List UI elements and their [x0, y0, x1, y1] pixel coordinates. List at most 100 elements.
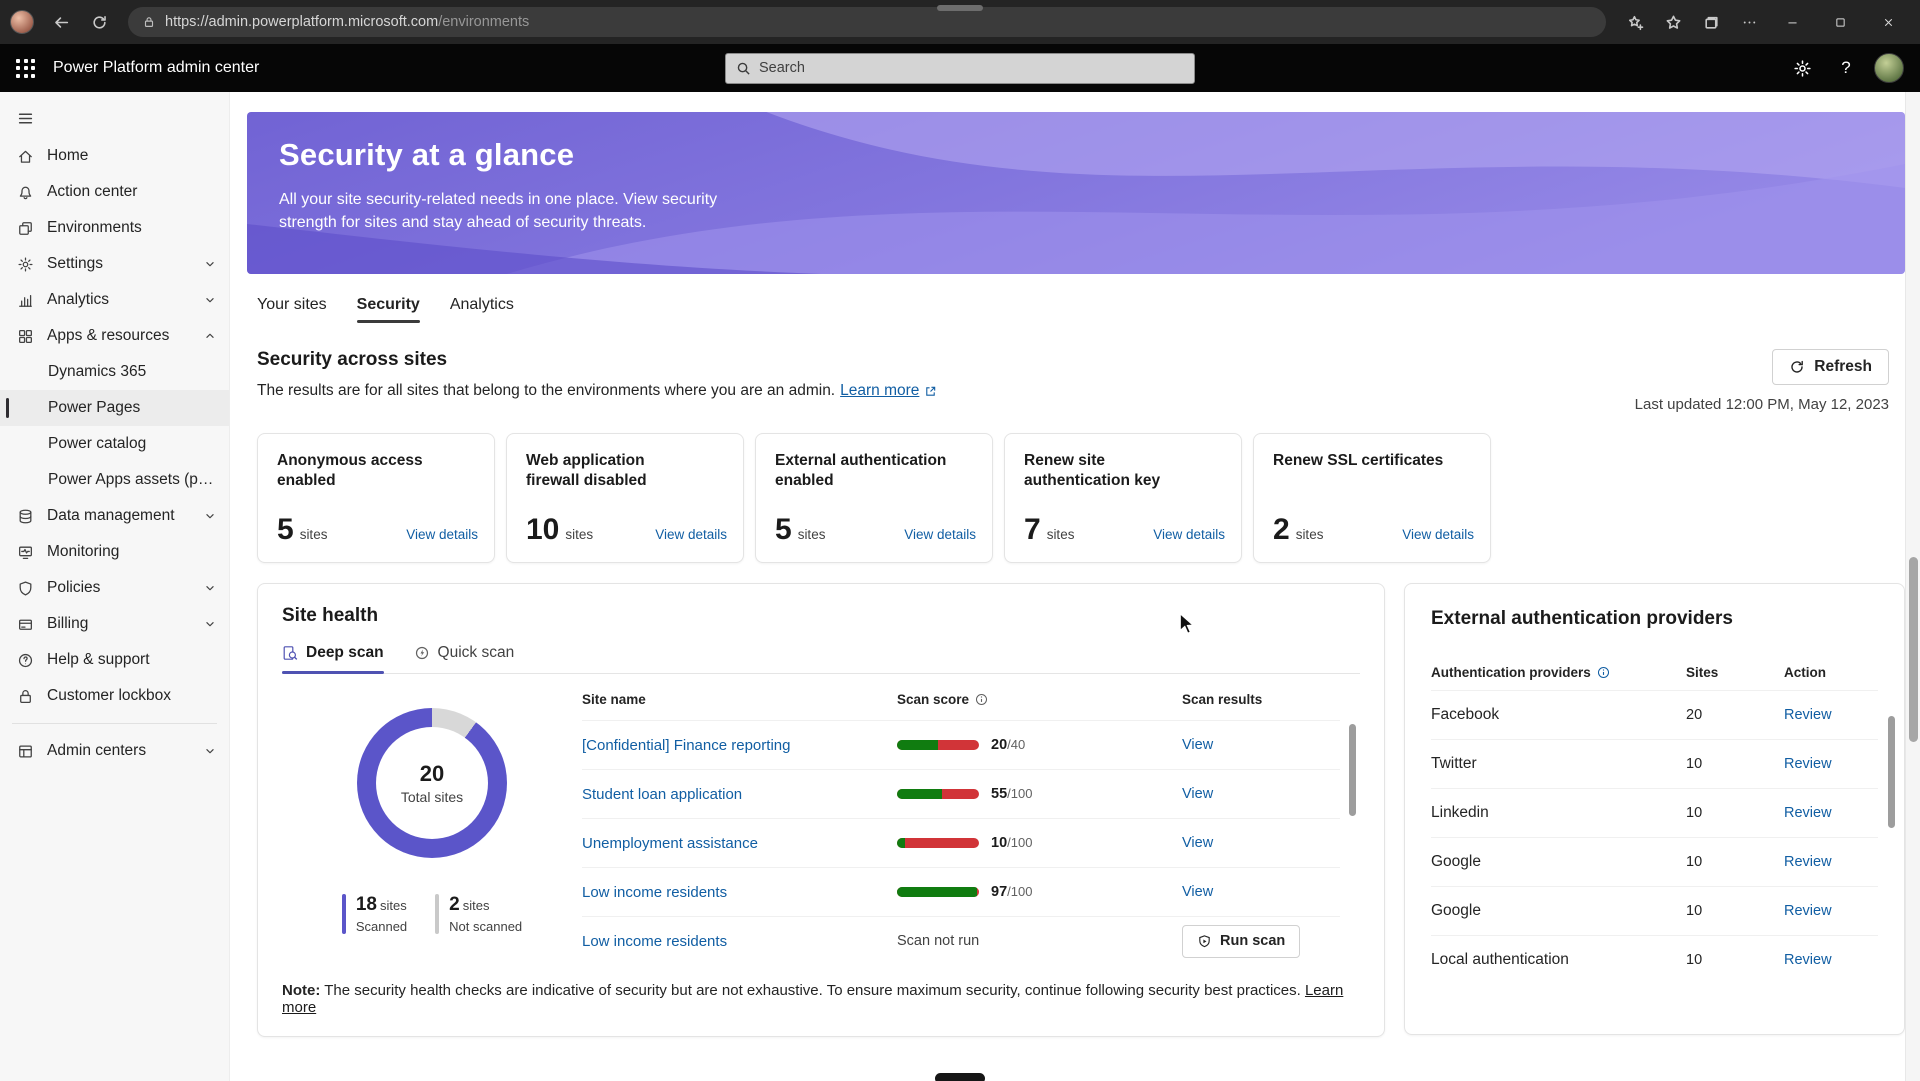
main-content: Security at a glance All your site secur…: [230, 92, 1905, 1081]
refresh-button[interactable]: [82, 6, 116, 38]
run-scan-button[interactable]: Run scan: [1182, 925, 1300, 958]
settings-gear-button[interactable]: [1786, 52, 1818, 84]
site-link[interactable]: Unemployment assistance: [582, 835, 897, 852]
view-scan-link[interactable]: View: [1182, 884, 1213, 900]
provider-row: Twitter 10 Review: [1431, 739, 1878, 788]
view-details-link[interactable]: View details: [904, 527, 976, 542]
sidebar-item-monitoring[interactable]: Monitoring: [0, 534, 229, 570]
sidebar-item-power-apps-assets[interactable]: Power Apps assets (preview): [0, 462, 229, 498]
tab-deep-scan[interactable]: Deep scan: [282, 644, 384, 673]
tab-security[interactable]: Security: [357, 296, 420, 323]
waffle-menu-icon[interactable]: [16, 59, 35, 78]
sidebar-item-billing[interactable]: Billing: [0, 606, 229, 642]
sidebar-item-power-catalog[interactable]: Power catalog: [0, 426, 229, 462]
page-scrollbar-thumb[interactable]: [1909, 557, 1918, 742]
review-link[interactable]: Review: [1784, 805, 1878, 821]
maximize-button[interactable]: [1818, 4, 1862, 40]
table-row: Low income residents 97/100 View: [582, 867, 1340, 916]
view-scan-link[interactable]: View: [1182, 835, 1213, 851]
sidebar-item-admin-centers[interactable]: Admin centers: [0, 733, 229, 769]
view-details-link[interactable]: View details: [406, 527, 478, 542]
sidebar-item-policies[interactable]: Policies: [0, 570, 229, 606]
site-link[interactable]: Low income residents: [582, 884, 897, 901]
sidebar-divider: [12, 723, 217, 724]
auth-scrollbar-thumb[interactable]: [1888, 716, 1895, 828]
tab-label: Deep scan: [306, 644, 384, 662]
learn-more-link[interactable]: Learn more: [840, 382, 919, 400]
provider-sites: 10: [1686, 756, 1784, 772]
sidebar-collapse-button[interactable]: [0, 98, 229, 138]
search-box[interactable]: [725, 53, 1195, 84]
sidebar-item-label: Admin centers: [47, 742, 190, 760]
sidebar-item-dynamics-365[interactable]: Dynamics 365: [0, 354, 229, 390]
chevron-down-icon: [203, 509, 217, 523]
help-button[interactable]: ?: [1830, 52, 1862, 84]
review-link[interactable]: Review: [1784, 756, 1878, 772]
tab-quick-scan[interactable]: Quick scan: [414, 644, 515, 673]
card-unit: sites: [1047, 527, 1075, 542]
favorites-button[interactable]: [1656, 6, 1690, 38]
score-max: /40: [1007, 737, 1025, 752]
sidebar-item-settings[interactable]: Settings: [0, 246, 229, 282]
sidebar-item-apps-resources[interactable]: Apps & resources: [0, 318, 229, 354]
site-link[interactable]: [Confidential] Finance reporting: [582, 737, 897, 754]
sidebar-item-label: Power Apps assets (preview): [48, 471, 217, 489]
sidebar-item-help-support[interactable]: Help & support: [0, 642, 229, 678]
page-scrollbar[interactable]: [1905, 92, 1920, 1081]
tab-analytics[interactable]: Analytics: [450, 296, 514, 323]
section-title: Security across sites: [257, 349, 937, 371]
run-scan-label: Run scan: [1220, 933, 1285, 949]
sidebar-item-action-center[interactable]: Action center: [0, 174, 229, 210]
card-title: Renew site authentication key: [1024, 451, 1199, 492]
score-value: 10: [991, 835, 1007, 851]
review-link[interactable]: Review: [1784, 854, 1878, 870]
provider-row: Google 10 Review: [1431, 837, 1878, 886]
shield-scan-icon: [1197, 934, 1212, 949]
info-icon[interactable]: [975, 693, 988, 706]
review-link[interactable]: Review: [1784, 707, 1878, 723]
table-scrollbar-thumb[interactable]: [1349, 724, 1356, 816]
card-count: 5: [775, 513, 792, 547]
window-drag-handle[interactable]: [937, 5, 983, 11]
app-header: Power Platform admin center ?: [0, 44, 1920, 92]
donut-column: 20 Total sites 18sites Scanned: [282, 678, 582, 965]
favorite-add-button[interactable]: [1618, 6, 1652, 38]
shield-icon: [17, 580, 34, 597]
back-button[interactable]: [44, 6, 78, 38]
sidebar-item-analytics[interactable]: Analytics: [0, 282, 229, 318]
legend-scanned: 18sites Scanned: [342, 894, 407, 934]
scan-score-bar: [897, 838, 979, 848]
card-external-auth: External authentication enabled 5 sites …: [755, 433, 993, 563]
info-icon[interactable]: [1597, 666, 1610, 679]
site-info-icon: [142, 15, 156, 29]
collections-button[interactable]: [1694, 6, 1728, 38]
account-avatar[interactable]: [1874, 53, 1904, 83]
site-link[interactable]: Student loan application: [582, 786, 897, 803]
view-scan-link[interactable]: View: [1182, 737, 1213, 753]
view-details-link[interactable]: View details: [655, 527, 727, 542]
sidebar-item-home[interactable]: Home: [0, 138, 229, 174]
url-path: /environments: [438, 14, 529, 30]
view-scan-link[interactable]: View: [1182, 786, 1213, 802]
review-link[interactable]: Review: [1784, 952, 1878, 968]
address-bar[interactable]: https://admin.powerplatform.microsoft.co…: [128, 7, 1606, 37]
sidebar-item-environments[interactable]: Environments: [0, 210, 229, 246]
minimize-button[interactable]: [1770, 4, 1814, 40]
apps-grid-icon: [17, 328, 34, 345]
close-button[interactable]: [1866, 4, 1910, 40]
refresh-data-button[interactable]: Refresh: [1772, 349, 1889, 385]
sidebar-item-power-pages[interactable]: Power Pages: [0, 390, 229, 426]
browser-menu-button[interactable]: [1732, 6, 1766, 38]
scan-score-bar: [897, 789, 979, 799]
browser-profile-avatar[interactable]: [10, 10, 34, 34]
sidebar-item-label: Power catalog: [48, 435, 217, 453]
site-link[interactable]: Low income residents: [582, 933, 897, 950]
view-details-link[interactable]: View details: [1153, 527, 1225, 542]
chevron-up-icon: [203, 329, 217, 343]
tab-your-sites[interactable]: Your sites: [257, 296, 327, 323]
sidebar-item-customer-lockbox[interactable]: Customer lockbox: [0, 678, 229, 714]
search-input[interactable]: [759, 60, 1194, 76]
sidebar-item-data-management[interactable]: Data management: [0, 498, 229, 534]
view-details-link[interactable]: View details: [1402, 527, 1474, 542]
review-link[interactable]: Review: [1784, 903, 1878, 919]
